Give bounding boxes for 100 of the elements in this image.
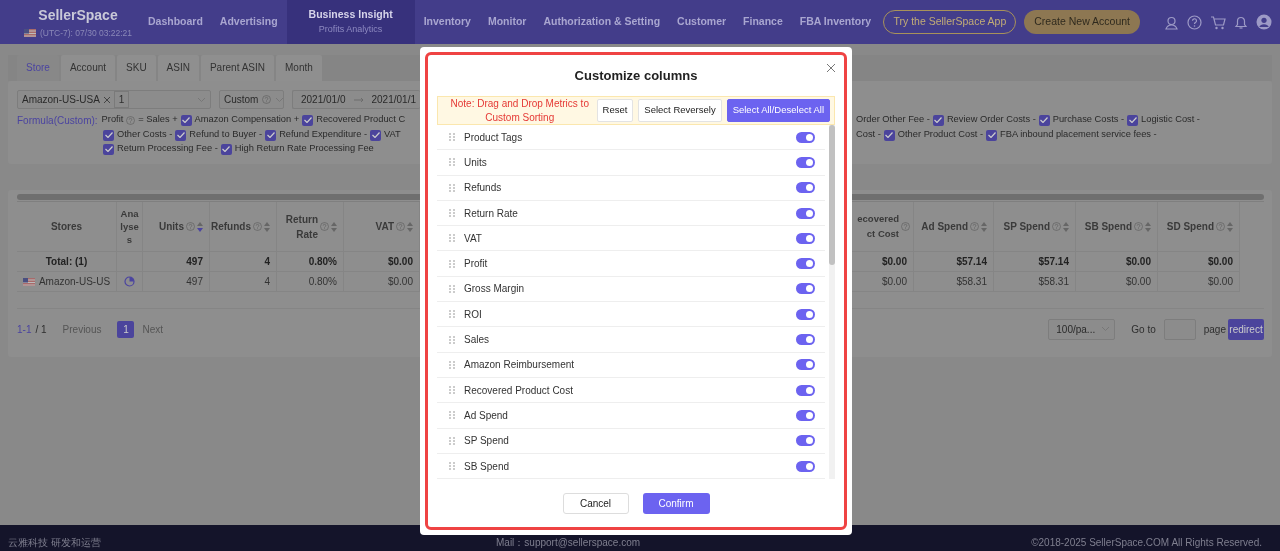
date-range-field[interactable]: 2021/01/0 2021/01/1 [292,90,420,109]
checkbox[interactable] [103,143,114,155]
checkbox[interactable] [1127,114,1139,126]
checkbox[interactable] [180,114,192,126]
previous-button[interactable]: Previous [62,321,102,337]
avatar-icon[interactable] [1256,14,1272,30]
toggle-switch[interactable] [796,258,815,270]
action-button[interactable]: Reset [596,99,634,122]
tab[interactable]: Month [276,55,322,81]
drag-handle-icon[interactable] [449,462,455,470]
checkbox[interactable] [220,143,232,155]
toggle-switch[interactable] [796,384,815,396]
action-button[interactable]: Select Reversely [638,99,722,122]
column-header: SD Spend [1158,202,1240,252]
column-item[interactable]: Ad Spend [437,403,825,429]
checkbox[interactable] [932,114,944,126]
confirm-button[interactable]: Confirm [642,492,710,514]
column-item[interactable]: Amazon Reimbursement [437,352,825,378]
tab[interactable]: Account [60,55,116,81]
tab[interactable]: SKU [117,55,156,81]
create-account-button[interactable]: Create New Account [1024,10,1140,34]
close-button[interactable] [826,63,838,75]
nav-item[interactable]: Advertising [211,0,286,44]
nav-item[interactable]: Dashboard [140,0,211,44]
redirect-button[interactable]: redirect [1228,318,1264,340]
checkbox[interactable] [883,129,895,141]
checkbox[interactable] [265,129,277,141]
nav-item[interactable]: Authorization & Setting [535,0,669,44]
nav-item[interactable]: FBA Inventory [791,0,880,44]
nav-item[interactable]: Finance [735,0,791,44]
drag-handle-icon[interactable] [449,133,455,142]
checkbox[interactable] [302,114,314,126]
column-item[interactable]: VAT [437,226,825,252]
nav-item[interactable]: Monitor [479,0,535,44]
checkbox[interactable] [986,129,998,141]
checkbox[interactable] [175,129,187,141]
column-item[interactable]: SB Spend [437,453,825,479]
copyright-text: ©2018-2025 SellerSpace.COM All Rights Reserved. [1031,535,1262,550]
column-item[interactable]: Profit [437,251,825,277]
column-label: SB Spend [464,459,511,474]
drag-handle-icon[interactable] [449,411,455,420]
page-size-select[interactable]: 100/pa... [1048,318,1116,340]
column-item[interactable]: Return Rate [437,200,825,227]
drag-handle-icon[interactable] [449,259,455,268]
vertical-scrollbar[interactable] [829,125,835,479]
cart-icon[interactable] [1210,14,1226,30]
column-item[interactable]: Recovered Product Cost [437,377,825,404]
cancel-button[interactable]: Cancel [562,492,629,514]
column-item[interactable]: Refunds [437,175,825,201]
toggle-switch[interactable] [796,131,815,143]
toggle-switch[interactable] [796,359,815,371]
table-cell: $58.31 [914,272,994,292]
toggle-switch[interactable] [796,409,815,421]
nav-item[interactable]: Business Insight Profits Analytics [286,0,415,44]
column-item[interactable]: Product Tags [437,125,825,151]
column-item[interactable]: Units [437,150,825,176]
drag-handle-icon[interactable] [449,360,455,369]
column-item[interactable]: ROI [437,302,825,328]
action-button[interactable]: Select All/Deselect All [726,99,830,122]
nav-item[interactable]: Customer [669,0,735,44]
drag-handle-icon[interactable] [449,335,455,344]
drag-handle-icon[interactable] [449,436,455,445]
close-icon[interactable] [103,96,110,103]
bell-icon[interactable] [1234,14,1248,30]
column-item[interactable]: SP Spend [437,428,825,454]
store-select[interactable]: Amazon-US-USA 1 [17,90,211,109]
toggle-switch[interactable] [796,435,815,447]
tab[interactable]: Parent ASIN [200,55,274,81]
toggle-switch[interactable] [796,283,815,295]
toggle-switch[interactable] [796,182,815,194]
tab[interactable]: ASIN [157,55,199,81]
drag-handle-icon[interactable] [449,284,455,293]
column-item[interactable]: Gross Margin [437,276,825,303]
table-cell: $0.00 [1076,252,1158,272]
column-item[interactable]: Sales [437,327,825,353]
page-button[interactable]: 1 [117,320,135,338]
nav-item[interactable]: Inventory [415,0,479,44]
drag-handle-icon[interactable] [449,158,455,167]
formula-term: Order Other Fee - [856,113,930,127]
checkbox[interactable] [1038,114,1050,126]
checkbox[interactable] [370,129,381,141]
checkbox[interactable] [103,129,114,141]
formula-term: Review Order Costs - [946,113,1036,127]
toggle-switch[interactable] [796,460,815,472]
toggle-switch[interactable] [796,232,815,244]
flag-icon [23,29,36,37]
drag-handle-icon[interactable] [449,209,455,218]
drag-handle-icon[interactable] [449,386,455,395]
next-button[interactable]: Next [142,321,164,337]
sort-icon[interactable] [197,221,203,232]
toggle-switch[interactable] [796,334,815,345]
range-select[interactable]: Custom [219,90,284,109]
drag-handle-icon[interactable] [449,310,455,319]
pie-chart-icon[interactable] [124,276,135,287]
toggle-switch[interactable] [796,308,815,320]
drag-handle-icon[interactable] [449,183,455,192]
toggle-switch[interactable] [796,207,815,219]
toggle-switch[interactable] [796,156,815,168]
drag-handle-icon[interactable] [449,234,455,243]
help-icon[interactable] [1187,14,1202,30]
